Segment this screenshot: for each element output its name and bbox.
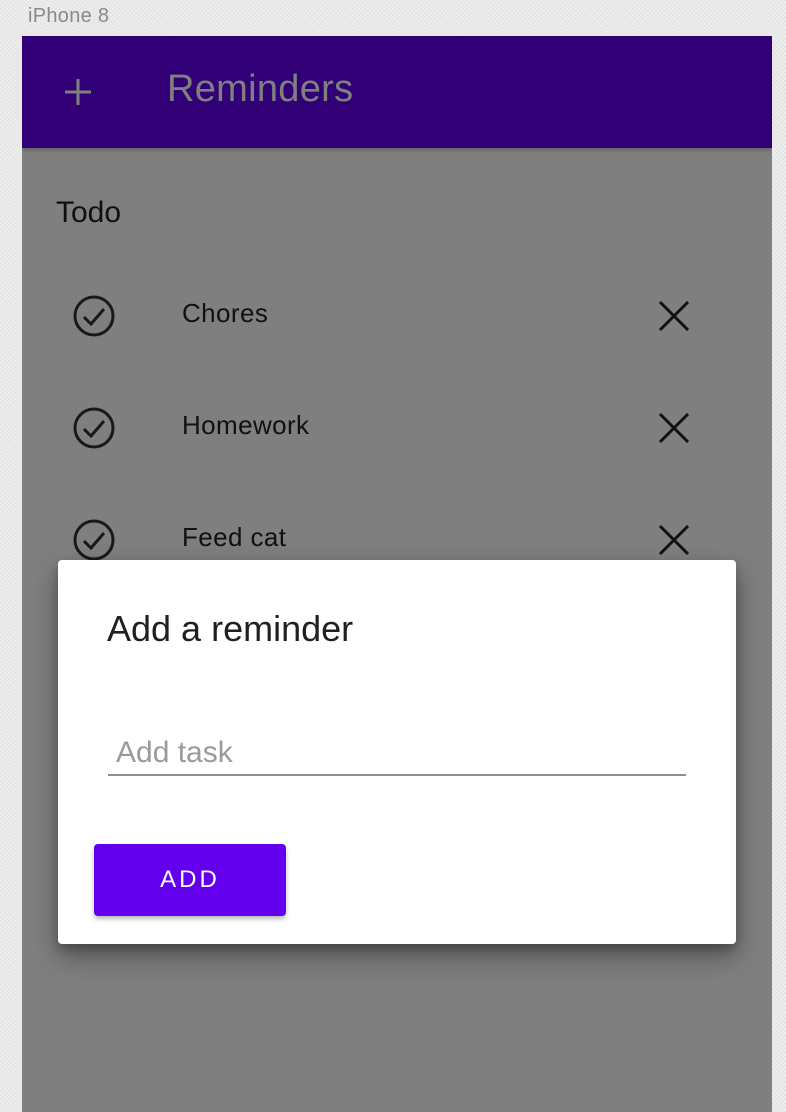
dialog-title: Add a reminder [107,608,354,649]
phone-screen: Reminders Todo Chores Homework [22,36,772,1112]
add-task-input[interactable] [108,732,686,776]
add-button[interactable]: ADD [94,844,286,916]
add-reminder-dialog: Add a reminder ADD [58,560,736,944]
device-label: iPhone 8 [28,5,110,27]
